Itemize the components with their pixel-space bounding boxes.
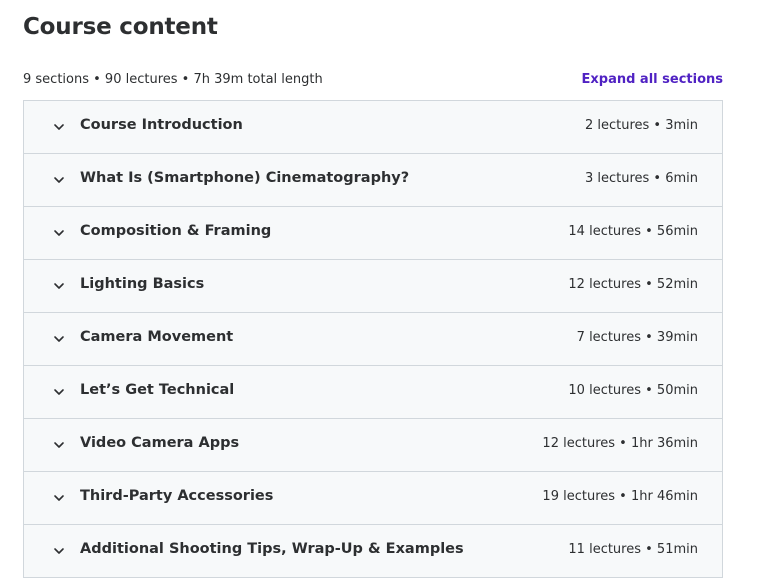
page-title: Course content — [23, 14, 218, 40]
section-title: Camera Movement — [80, 329, 234, 345]
section-meta: 3 lectures • 6min — [584, 171, 698, 186]
chevron-down-icon — [54, 336, 64, 342]
section-row[interactable]: Video Camera Apps 12 lectures • 1hr 36mi… — [24, 419, 722, 472]
section-row[interactable]: Lighting Basics 12 lectures • 52min — [24, 260, 722, 313]
section-title: What Is (Smartphone) Cinematography? — [80, 170, 410, 186]
section-title: Additional Shooting Tips, Wrap-Up & Exam… — [80, 541, 464, 557]
section-title: Lighting Basics — [80, 276, 205, 292]
section-meta: 14 lectures • 56min — [568, 224, 698, 239]
section-meta: 19 lectures • 1hr 46min — [542, 489, 698, 504]
section-title: Composition & Framing — [80, 223, 272, 239]
chevron-down-icon — [54, 389, 64, 395]
chevron-down-icon — [54, 230, 64, 236]
course-summary-row: 9 sections • 90 lectures • 7h 39m total … — [23, 71, 723, 91]
chevron-down-icon — [54, 548, 64, 554]
chevron-down-icon — [54, 283, 64, 289]
section-row[interactable]: Course Introduction 2 lectures • 3min — [24, 101, 722, 154]
section-title: Course Introduction — [80, 117, 243, 133]
section-meta: 12 lectures • 52min — [568, 277, 698, 292]
section-row[interactable]: Third-Party Accessories 19 lectures • 1h… — [24, 472, 722, 525]
course-summary: 9 sections • 90 lectures • 7h 39m total … — [23, 72, 323, 87]
section-row[interactable]: Additional Shooting Tips, Wrap-Up & Exam… — [24, 525, 722, 578]
section-meta: 7 lectures • 39min — [576, 330, 698, 345]
chevron-down-icon — [54, 442, 64, 448]
section-title: Video Camera Apps — [80, 435, 240, 451]
section-list: Course Introduction 2 lectures • 3min Wh… — [23, 100, 723, 578]
section-meta: 12 lectures • 1hr 36min — [542, 436, 698, 451]
section-row[interactable]: Let’s Get Technical 10 lectures • 50min — [24, 366, 722, 419]
chevron-down-icon — [54, 124, 64, 130]
section-row[interactable]: Camera Movement 7 lectures • 39min — [24, 313, 722, 366]
section-meta: 2 lectures • 3min — [584, 118, 698, 133]
chevron-down-icon — [54, 177, 64, 183]
chevron-down-icon — [54, 495, 64, 501]
section-title: Third-Party Accessories — [80, 488, 274, 504]
section-title: Let’s Get Technical — [80, 382, 235, 398]
section-meta: 11 lectures • 51min — [568, 542, 698, 557]
expand-all-sections-button[interactable]: Expand all sections — [582, 72, 724, 87]
section-meta: 10 lectures • 50min — [568, 383, 698, 398]
section-row[interactable]: Composition & Framing 14 lectures • 56mi… — [24, 207, 722, 260]
section-row[interactable]: What Is (Smartphone) Cinematography? 3 l… — [24, 154, 722, 207]
